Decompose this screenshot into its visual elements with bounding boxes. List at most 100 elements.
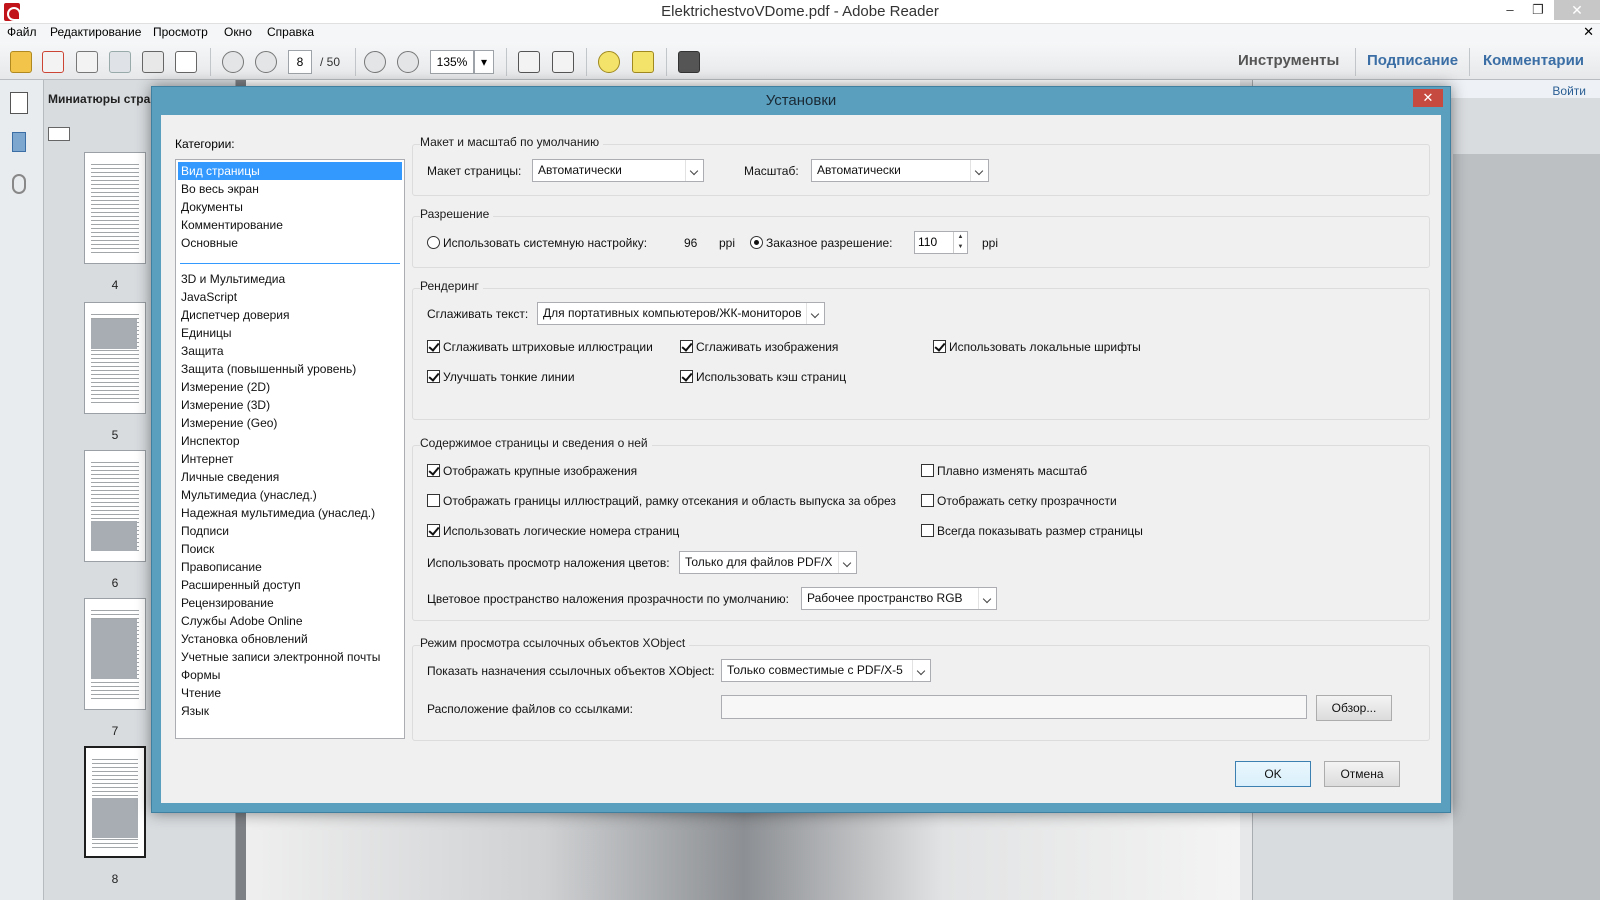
print-icon[interactable]	[142, 51, 164, 73]
category-item[interactable]: Формы	[178, 666, 402, 684]
stepper-up-icon[interactable]: ▲	[954, 232, 967, 242]
categories-separator	[180, 263, 400, 264]
page-thumbnail-selected[interactable]	[84, 746, 146, 858]
menu-edit[interactable]: Редактирование	[50, 25, 141, 39]
page-layout-select[interactable]: Автоматически	[532, 159, 704, 182]
zoom-out-icon[interactable]	[364, 51, 386, 73]
category-item[interactable]: Мультимедиа (унаслед.)	[178, 486, 402, 504]
art-trim-bleed-checkbox[interactable]	[427, 494, 440, 507]
browse-button[interactable]: Обзор...	[1316, 695, 1392, 721]
zoom-in-icon[interactable]	[397, 51, 419, 73]
page-number-input[interactable]: 8	[288, 50, 312, 74]
highlight-icon[interactable]	[632, 51, 654, 73]
category-item[interactable]: Защита	[178, 342, 402, 360]
email-icon[interactable]	[175, 51, 197, 73]
category-item[interactable]: Инспектор	[178, 432, 402, 450]
custom-resolution-stepper[interactable]: 110 ▲ ▼	[914, 231, 968, 254]
category-item[interactable]: 3D и Мультимедиа	[178, 270, 402, 288]
thumbnail-number: 7	[111, 724, 119, 738]
category-item[interactable]: Во весь экран	[178, 180, 402, 198]
next-page-icon[interactable]	[255, 51, 277, 73]
attachments-icon[interactable]	[12, 174, 26, 194]
category-item[interactable]: Установка обновлений	[178, 630, 402, 648]
page-thumbnail[interactable]	[84, 598, 146, 710]
category-item[interactable]: Расширенный доступ	[178, 576, 402, 594]
large-images-checkbox[interactable]	[427, 464, 440, 477]
local-fonts-checkbox[interactable]	[933, 340, 946, 353]
thumbnail-options-icon[interactable]	[48, 127, 70, 141]
enhance-thin-lines-checkbox[interactable]	[427, 370, 440, 383]
comment-icon[interactable]	[598, 51, 620, 73]
category-item[interactable]: Комментирование	[178, 216, 402, 234]
category-item[interactable]: Подписи	[178, 522, 402, 540]
transparency-grid-checkbox[interactable]	[921, 494, 934, 507]
category-item[interactable]: Личные сведения	[178, 468, 402, 486]
fit-page-icon[interactable]	[518, 51, 540, 73]
minimize-button[interactable]: –	[1496, 0, 1524, 20]
category-item[interactable]: Рецензирование	[178, 594, 402, 612]
dialog-close-button[interactable]: ✕	[1413, 89, 1443, 107]
stepper-down-icon[interactable]: ▼	[954, 242, 967, 252]
page-thumbnail[interactable]	[84, 302, 146, 414]
tab-comments[interactable]: Комментарии	[1483, 52, 1584, 69]
smooth-line-art-checkbox[interactable]	[427, 340, 440, 353]
cancel-button[interactable]: Отмена	[1324, 761, 1400, 787]
edit-pdf-icon[interactable]	[76, 51, 98, 73]
category-item[interactable]: Интернет	[178, 450, 402, 468]
smooth-text-select[interactable]: Для портативных компьютеров/ЖК-мониторов	[537, 302, 825, 325]
full-screen-icon[interactable]	[678, 51, 700, 73]
category-item[interactable]: Измерение (2D)	[178, 378, 402, 396]
category-item[interactable]: Чтение	[178, 684, 402, 702]
bookmarks-icon[interactable]	[12, 132, 26, 152]
fit-width-icon[interactable]	[552, 51, 574, 73]
tab-tools[interactable]: Инструменты	[1238, 52, 1339, 69]
category-item[interactable]: Измерение (Geo)	[178, 414, 402, 432]
open-file-icon[interactable]	[10, 51, 32, 73]
smooth-images-checkbox[interactable]	[680, 340, 693, 353]
category-item[interactable]: Службы Adobe Online	[178, 612, 402, 630]
category-item[interactable]: JavaScript	[178, 288, 402, 306]
category-item-selected[interactable]: Вид страницы	[178, 162, 402, 180]
logical-page-numbers-checkbox[interactable]	[427, 524, 440, 537]
smooth-zoom-checkbox[interactable]	[921, 464, 934, 477]
category-item[interactable]: Основные	[178, 234, 402, 252]
previous-page-icon[interactable]	[222, 51, 244, 73]
page-thumbnail[interactable]	[84, 152, 146, 264]
page-cache-checkbox[interactable]	[680, 370, 693, 383]
category-item[interactable]: Поиск	[178, 540, 402, 558]
category-item[interactable]: Язык	[178, 702, 402, 720]
overprint-preview-select[interactable]: Только для файлов PDF/X	[679, 551, 857, 574]
zoom-input[interactable]: 135%	[430, 50, 474, 74]
category-item[interactable]: Документы	[178, 198, 402, 216]
ok-button[interactable]: OK	[1235, 761, 1311, 787]
categories-list[interactable]: Вид страницы Во весь экран Документы Ком…	[175, 159, 405, 739]
zoom-dropdown-icon[interactable]: ▾	[474, 50, 494, 74]
restore-button[interactable]: ❐	[1524, 0, 1552, 20]
page-thumbnails-icon[interactable]	[10, 92, 28, 114]
category-item[interactable]: Защита (повышенный уровень)	[178, 360, 402, 378]
create-pdf-icon[interactable]	[42, 51, 64, 73]
page-thumbnail[interactable]	[84, 450, 146, 562]
close-document-icon[interactable]: ✕	[1583, 24, 1594, 40]
tab-sign[interactable]: Подписание	[1367, 52, 1458, 69]
page-size-checkbox[interactable]	[921, 524, 934, 537]
menu-file[interactable]: Файл	[7, 25, 37, 39]
category-item[interactable]: Диспетчер доверия	[178, 306, 402, 324]
category-item[interactable]: Правописание	[178, 558, 402, 576]
menu-help[interactable]: Справка	[267, 25, 314, 39]
custom-resolution-radio[interactable]	[750, 236, 763, 249]
save-icon[interactable]	[109, 51, 131, 73]
menu-window[interactable]: Окно	[224, 25, 252, 39]
linked-files-location-input[interactable]	[721, 695, 1307, 719]
transparency-blend-select[interactable]: Рабочее пространство RGB	[801, 587, 997, 610]
login-link[interactable]: Войти	[1552, 84, 1586, 98]
category-item[interactable]: Надежная мультимедиа (унаслед.)	[178, 504, 402, 522]
category-item[interactable]: Измерение (3D)	[178, 396, 402, 414]
category-item[interactable]: Учетные записи электронной почты	[178, 648, 402, 666]
menu-view[interactable]: Просмотр	[153, 25, 208, 39]
close-window-button[interactable]: ✕	[1554, 0, 1600, 20]
xobject-show-select[interactable]: Только совместимые с PDF/X-5	[721, 659, 931, 682]
system-resolution-radio[interactable]	[427, 236, 440, 249]
zoom-select[interactable]: Автоматически	[811, 159, 989, 182]
category-item[interactable]: Единицы	[178, 324, 402, 342]
